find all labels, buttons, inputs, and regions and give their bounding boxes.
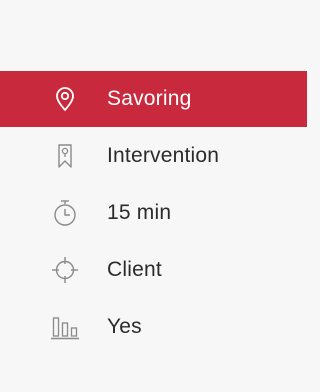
list-item-duration[interactable]: 15 min bbox=[0, 184, 307, 241]
list-item-client[interactable]: Client bbox=[0, 241, 307, 298]
crosshair-icon bbox=[50, 255, 80, 285]
list-item-label: Intervention bbox=[107, 143, 220, 167]
bookmark-icon bbox=[50, 141, 80, 171]
detail-list: Savoring Intervention 15 min Client Yes bbox=[0, 71, 307, 355]
list-item-yes[interactable]: Yes bbox=[0, 298, 307, 355]
bar-chart-icon bbox=[50, 312, 80, 342]
timer-icon bbox=[50, 198, 80, 228]
list-item-label: 15 min bbox=[107, 200, 172, 224]
list-item-label: Client bbox=[107, 257, 162, 281]
list-item-savoring[interactable]: Savoring bbox=[0, 71, 307, 127]
list-item-intervention[interactable]: Intervention bbox=[0, 127, 307, 184]
details-panel: Savoring Intervention 15 min Client Yes bbox=[0, 0, 307, 392]
location-pin-icon bbox=[50, 84, 80, 114]
list-item-label: Yes bbox=[107, 314, 142, 338]
list-item-label: Savoring bbox=[107, 87, 192, 110]
